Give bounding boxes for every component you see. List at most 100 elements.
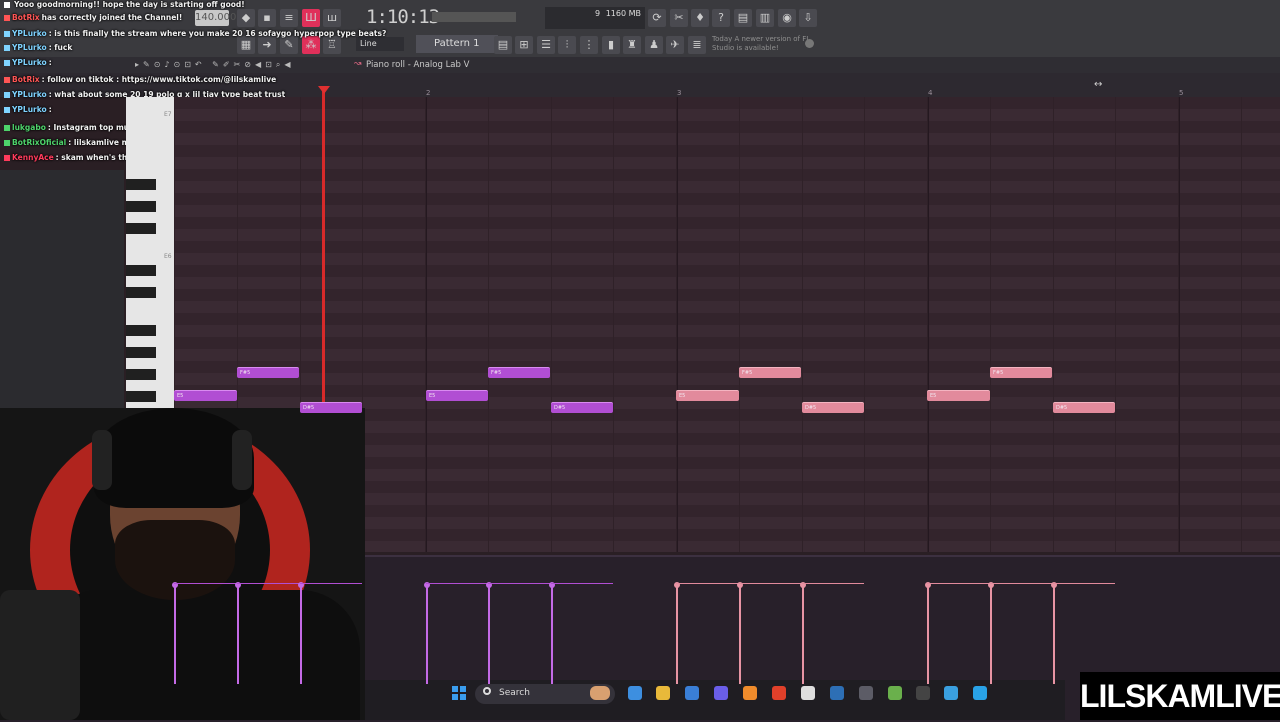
fl-studio-icon[interactable]: [743, 686, 757, 700]
chat-username[interactable]: YPLurko: [12, 58, 47, 67]
widget-icon[interactable]: [590, 686, 610, 700]
black-key[interactable]: [126, 369, 156, 380]
velocity-stem[interactable]: [988, 582, 994, 684]
store-icon[interactable]: [685, 686, 699, 700]
app-icon[interactable]: [859, 686, 873, 700]
copilot-icon[interactable]: [628, 686, 642, 700]
black-key[interactable]: [126, 201, 156, 212]
browser-icon[interactable]: ▤: [734, 9, 752, 27]
octave-label: E6: [164, 253, 172, 260]
midi-note[interactable]: E5: [174, 390, 237, 401]
velocity-stem[interactable]: [549, 582, 555, 684]
close-notice-icon[interactable]: [805, 39, 814, 48]
velocity-stem[interactable]: [424, 582, 430, 684]
touch-keyboard-icon[interactable]: ♟: [645, 36, 663, 54]
chat-username[interactable]: YPLurko: [12, 29, 47, 38]
midi-note[interactable]: D#5: [551, 402, 613, 413]
chat-username[interactable]: BotRix: [12, 13, 40, 22]
master-volume-slider[interactable]: [432, 12, 516, 22]
channel-icon[interactable]: ⋮: [580, 36, 598, 54]
chat-username[interactable]: KennyAce: [12, 153, 54, 162]
chat-username[interactable]: BotRixOficial: [12, 138, 66, 147]
velocity-stem[interactable]: [674, 582, 680, 684]
velocity-stem[interactable]: [737, 582, 743, 684]
refresh-icon[interactable]: ⟳: [648, 9, 666, 27]
notepad-icon[interactable]: [944, 686, 958, 700]
chat-message: YPLurko: is this finally the stream wher…: [4, 29, 386, 38]
bar-line: [677, 97, 678, 552]
chat-badge-icon: [4, 77, 10, 83]
black-key[interactable]: [126, 347, 156, 358]
black-key[interactable]: [126, 265, 156, 276]
photos-icon[interactable]: [973, 686, 987, 700]
file-explorer-icon[interactable]: [656, 686, 670, 700]
playlist-icon[interactable]: ▤: [494, 36, 512, 54]
resize-arrow-icon[interactable]: ↔: [1094, 79, 1102, 90]
minecraft-icon[interactable]: [888, 686, 902, 700]
velocity-stem[interactable]: [800, 582, 806, 684]
black-key[interactable]: [126, 325, 156, 336]
chat-username[interactable]: YPLurko: [12, 43, 47, 52]
chat-username[interactable]: BotRix: [12, 75, 40, 84]
piano-roll-icon[interactable]: ⊞: [515, 36, 533, 54]
beat-line: [1115, 97, 1116, 552]
midi-note[interactable]: E5: [927, 390, 990, 401]
download-icon[interactable]: ⇩: [799, 9, 817, 27]
midi-note[interactable]: D#5: [300, 402, 362, 413]
velocity-length-bar: [676, 583, 739, 584]
search-label: Search: [499, 688, 530, 698]
mic-icon[interactable]: ♦: [691, 9, 709, 27]
chat-username[interactable]: YPLurko: [12, 90, 47, 99]
midi-note[interactable]: F#5: [237, 367, 299, 378]
velocity-length-bar: [551, 583, 613, 584]
velocity-stem[interactable]: [235, 582, 241, 684]
chat-badge-icon: [4, 92, 10, 98]
chat-text: :: [48, 58, 52, 67]
midi-note[interactable]: D#5: [802, 402, 864, 413]
midi-note[interactable]: D#5: [1053, 402, 1115, 413]
chat-username[interactable]: lukgabo: [12, 123, 46, 132]
chat-icon[interactable]: ◉: [778, 9, 796, 27]
midi-note[interactable]: E5: [426, 390, 488, 401]
midi-note[interactable]: F#5: [739, 367, 801, 378]
piano-keyboard[interactable]: E7 E6: [126, 97, 176, 408]
midi-note[interactable]: F#5: [990, 367, 1052, 378]
channel-rack-icon[interactable]: ☰: [537, 36, 555, 54]
4k-icon[interactable]: [916, 686, 930, 700]
velocity-stem[interactable]: [1051, 582, 1057, 684]
pattern-selector[interactable]: Pattern 1: [416, 35, 498, 53]
chat-username[interactable]: YPLurko: [12, 105, 47, 114]
black-key[interactable]: [126, 391, 156, 402]
notes-icon[interactable]: ≣: [688, 36, 706, 54]
cut-icon[interactable]: ✂: [670, 9, 688, 27]
tools-icon[interactable]: ✈: [666, 36, 684, 54]
chrome-icon[interactable]: [801, 686, 815, 700]
velocity-stem[interactable]: [486, 582, 492, 684]
midi-note[interactable]: F#5: [488, 367, 550, 378]
velocity-stem[interactable]: [925, 582, 931, 684]
snap-mode-select[interactable]: Line: [356, 37, 404, 51]
chat-badge-icon: [4, 107, 10, 113]
windows-start-icon[interactable]: [452, 686, 466, 700]
black-key[interactable]: [126, 287, 156, 298]
mixer-icon[interactable]: ⫶: [558, 36, 576, 54]
midi-note[interactable]: E5: [676, 390, 739, 401]
memory-value: 1160 MB: [605, 9, 641, 18]
chat-text: : is this finally the stream where you m…: [48, 29, 387, 38]
browser-panel-icon[interactable]: ▮: [602, 36, 620, 54]
help-icon[interactable]: ?: [712, 9, 730, 27]
chat-badge-icon: [4, 15, 10, 21]
plugin-picker-icon[interactable]: ♜: [623, 36, 641, 54]
velocity-stem[interactable]: [298, 582, 304, 684]
black-key[interactable]: [126, 223, 156, 234]
brave-icon[interactable]: [772, 686, 786, 700]
steam-icon[interactable]: [830, 686, 844, 700]
playhead-marker[interactable]: [318, 86, 330, 94]
velocity-stem[interactable]: [172, 582, 178, 684]
beat-line: [1053, 97, 1054, 552]
chat-message: BotRix: follow on tiktok : https://www.t…: [4, 75, 276, 84]
black-key[interactable]: [126, 179, 156, 190]
discord-icon[interactable]: [714, 686, 728, 700]
chat-message: YPLurko: fuck: [4, 43, 72, 52]
plugin-icon[interactable]: ▥: [756, 9, 774, 27]
